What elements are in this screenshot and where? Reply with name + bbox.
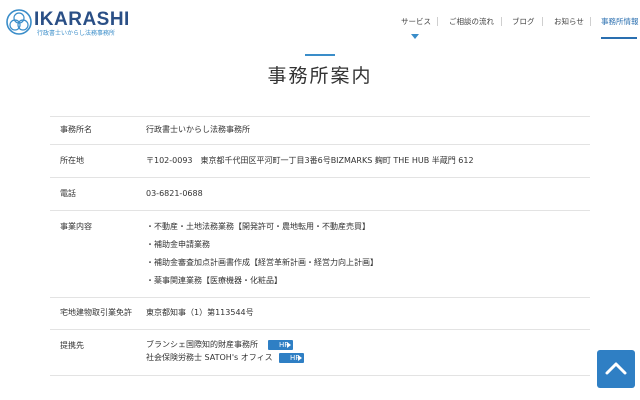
nav-item-news[interactable]: お知らせ: [554, 17, 584, 26]
business-item: ・補助金申請業務: [146, 240, 210, 249]
nav-active-indicator: [601, 37, 637, 39]
row-label-phone: 電話: [60, 189, 76, 198]
row-value-real-estate-license: 東京都知事（1）第113544号: [146, 308, 254, 317]
chevron-up-icon: [605, 362, 627, 375]
table-row: 電話 03-6821-0688: [50, 177, 590, 210]
office-info-table: 事務所名 行政書士いからし法務事務所 所在地 〒102-0093 東京都千代田区…: [50, 116, 590, 376]
table-row: 提携先 ブランシェ国際知的財産事務所 HP 社会保険労務士 SATOH's オフ…: [50, 329, 590, 376]
row-value-office-name: 行政書士いからし法務事務所: [146, 125, 250, 134]
nav-item-office-info[interactable]: 事務所情報: [601, 17, 639, 26]
main-nav: サービス ご相談の流れ ブログ お知らせ 事務所情報: [0, 0, 640, 44]
business-item: ・補助金審査加点計画書作成【経営革新計画・経営力向上計画】: [146, 258, 378, 267]
row-label-address: 所在地: [60, 156, 84, 165]
back-to-top-button[interactable]: [597, 350, 635, 388]
business-item: ・不動産・土地法務業務【開発許可・農地転用・不動産売買】: [146, 222, 370, 231]
table-row: 事業内容 ・不動産・土地法務業務【開発許可・農地転用・不動産売買】 ・補助金申請…: [50, 210, 590, 297]
page-title: 事務所案内: [267, 65, 373, 87]
nav-divider: [437, 17, 438, 26]
triangle-right-icon: [297, 355, 302, 361]
nav-divider: [501, 17, 502, 26]
caret-down-icon: [411, 34, 419, 39]
row-label-office-name: 事務所名: [60, 125, 92, 134]
nav-divider: [590, 17, 591, 26]
row-label-business: 事業内容: [60, 222, 92, 231]
partner-hp-button[interactable]: HP: [279, 353, 304, 363]
title-accent-bar: [305, 54, 335, 56]
row-label-real-estate-license: 宅地建物取引業免許: [60, 308, 132, 317]
partner-hp-button[interactable]: HP: [268, 340, 293, 350]
row-label-partners: 提携先: [60, 341, 84, 350]
site-header: IKARASHI 行政書士いからし法務事務所 サービス ご相談の流れ ブログ お…: [0, 0, 640, 44]
table-row: 宅地建物取引業免許 東京都知事（1）第113544号: [50, 297, 590, 329]
triangle-right-icon: [286, 342, 291, 348]
nav-item-services[interactable]: サービス: [401, 17, 431, 26]
table-row: 事務所名 行政書士いからし法務事務所: [50, 116, 590, 144]
partner-name: ブランシェ国際知的財産事務所: [146, 340, 258, 349]
partner-name: 社会保険労務士 SATOH's オフィス: [146, 353, 273, 362]
row-value-phone[interactable]: 03-6821-0688: [146, 189, 203, 199]
business-item: ・薬事関連業務【医療機器・化粧品】: [146, 276, 282, 285]
table-row: 所在地 〒102-0093 東京都千代田区平河町一丁目3番6号BIZMARKS …: [50, 144, 590, 177]
nav-divider: [542, 17, 543, 26]
nav-item-blog[interactable]: ブログ: [512, 17, 535, 26]
nav-item-consultation-flow[interactable]: ご相談の流れ: [449, 17, 494, 26]
row-value-address: 〒102-0093 東京都千代田区平河町一丁目3番6号BIZMARKS 麹町 T…: [146, 156, 474, 165]
